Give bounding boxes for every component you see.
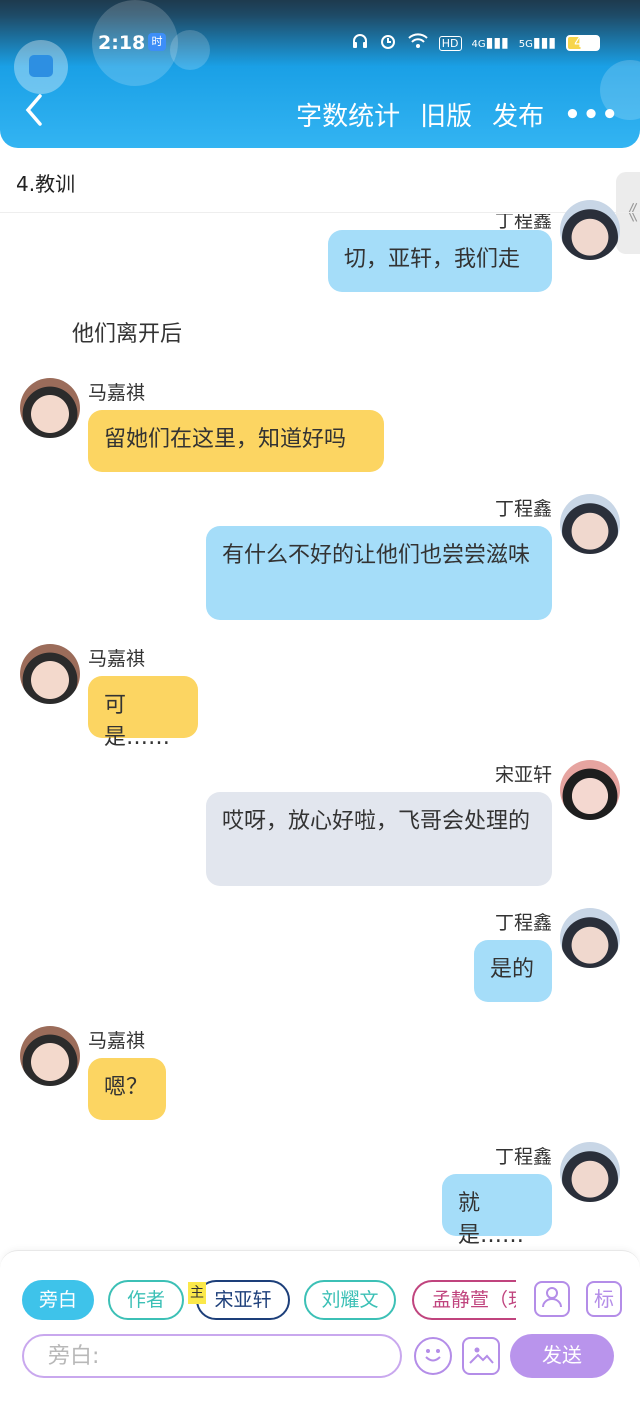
sender-name: 丁程鑫 [494,210,552,232]
send-button[interactable]: 发送 [510,1334,614,1378]
nav-actions: 字数统计 旧版 发布 ••• [296,96,620,133]
top-header: 2:18 时 HD 4G▮▮▮ 5G▮▮▮ 42 字数统计 旧版 发布 ••• [0,0,640,148]
divider [0,212,640,213]
message-bubble[interactable]: 有什么不好的让他们也尝尝滋味 [206,526,552,620]
status-icons: HD 4G▮▮▮ 5G▮▮▮ 42 [351,32,600,54]
5g-signal-icon: 5G▮▮▮ [518,35,556,51]
avatar[interactable] [20,1026,80,1086]
side-drawer-handle[interactable]: 《 [616,172,640,254]
role-chip-mengjingxuan[interactable]: 孟静萱（玥 [412,1280,516,1320]
person-icon[interactable] [534,1281,570,1317]
tag-button[interactable]: 标 [586,1281,622,1317]
more-menu-button[interactable]: ••• [564,100,620,130]
headphones-icon [351,32,369,54]
person-glyph [542,1287,562,1308]
image-icon[interactable] [462,1337,500,1375]
avatar[interactable] [20,644,80,704]
4g-signal-icon: 4G▮▮▮ [471,35,509,51]
old-version-button[interactable]: 旧版 [420,96,472,133]
sender-name: 马嘉祺 [88,648,146,670]
role-chip-narration[interactable]: 旁白 [22,1280,94,1320]
sender-name: 马嘉祺 [88,382,146,404]
time-badge: 时 [148,33,166,51]
word-count-button[interactable]: 字数统计 [296,96,400,133]
message-bubble[interactable]: 哎呀，放心好啦，飞哥会处理的 [206,792,552,886]
message-bubble[interactable]: 是的 [474,940,552,1002]
avatar[interactable] [560,760,620,820]
wifi-icon [407,32,429,54]
avatar[interactable] [560,1142,620,1202]
smile-icon[interactable] [414,1337,452,1375]
sender-name: 丁程鑫 [494,912,552,934]
message-bubble[interactable]: 留她们在这里，知道好吗 [88,410,384,472]
back-button[interactable] [22,92,56,132]
sender-name: 马嘉祺 [88,1030,146,1052]
role-chip-liuyaowen[interactable]: 刘耀文 [304,1280,396,1320]
hd-icon: HD [438,35,462,51]
battery-icon: 42 [566,35,600,51]
chart-icon [29,55,53,77]
chevron-left-icon [25,94,42,126]
status-bar: 2:18 时 HD 4G▮▮▮ 5G▮▮▮ 42 [0,22,640,66]
narration-text[interactable]: 他们离开后 [72,316,182,348]
publish-button[interactable]: 发布 [492,96,544,133]
alarm-icon [379,32,397,54]
image-glyph [469,1347,494,1364]
main-role-badge: 主 [188,1282,206,1304]
avatar[interactable] [560,200,620,260]
avatar[interactable] [560,494,620,554]
message-bubble[interactable]: 可是…… [88,676,198,750]
message-bubble[interactable]: 就是…… [442,1174,552,1248]
status-time: 2:18 [98,32,146,54]
message-input[interactable] [22,1334,402,1378]
chapter-title[interactable]: 4.教训 [16,168,75,197]
avatar[interactable] [560,908,620,968]
floating-stats-icon[interactable] [14,40,68,94]
avatar[interactable] [20,378,80,438]
role-chip-author[interactable]: 作者 [108,1280,184,1320]
role-chip-songyaxuan[interactable]: 宋亚轩 [196,1280,290,1320]
smile-glyph [425,1349,441,1362]
message-bubble[interactable]: 切，亚轩，我们走 [328,230,552,292]
sender-name: 丁程鑫 [494,498,552,520]
message-bubble[interactable]: 嗯？ [88,1058,166,1120]
sender-name: 丁程鑫 [494,1146,552,1168]
sender-name: 宋亚轩 [494,764,552,786]
nav-bar: 字数统计 旧版 发布 ••• [0,90,640,140]
